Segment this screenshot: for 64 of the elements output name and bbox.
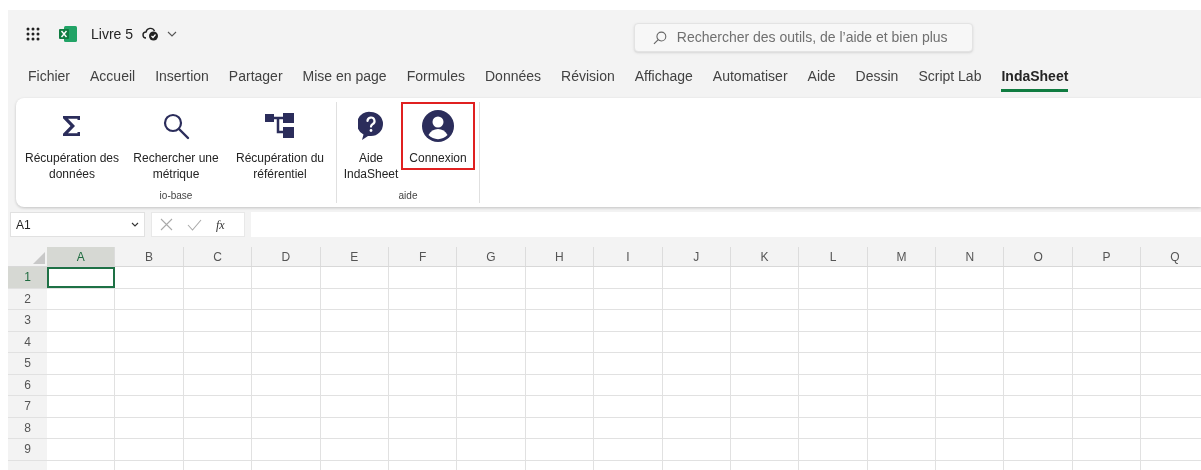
column-header[interactable]: L bbox=[799, 247, 868, 266]
ribbon-tab[interactable]: Formules bbox=[406, 64, 465, 92]
row-header[interactable]: 8 bbox=[8, 417, 47, 438]
ribbon-tab[interactable]: Révision bbox=[561, 64, 615, 92]
column-header[interactable]: M bbox=[867, 247, 937, 266]
row-header[interactable]: 7 bbox=[8, 396, 47, 417]
name-box[interactable]: A1 bbox=[10, 212, 145, 237]
search-icon bbox=[653, 30, 667, 45]
ribbon-tab[interactable]: Accueil bbox=[90, 64, 136, 92]
ribbon-tab[interactable]: Script Lab bbox=[918, 64, 982, 92]
group-label: io-base bbox=[159, 189, 193, 203]
cloud-check-icon[interactable] bbox=[142, 27, 160, 41]
ribbon-tab[interactable]: Fichier bbox=[28, 64, 70, 92]
ribbon-button[interactable]: Récupération du référentiel bbox=[228, 102, 332, 186]
column-header[interactable]: N bbox=[936, 247, 1005, 266]
row-header[interactable]: 2 bbox=[8, 288, 47, 309]
ribbon-tab[interactable]: Partager bbox=[228, 64, 283, 92]
row-header[interactable]: 9 bbox=[8, 439, 47, 460]
column-header[interactable]: P bbox=[1072, 247, 1142, 266]
column-header[interactable]: G bbox=[457, 247, 526, 266]
column-header[interactable]: D bbox=[252, 247, 321, 266]
ribbon-tab[interactable]: Affichage bbox=[634, 64, 693, 92]
app-launcher-icon[interactable] bbox=[26, 27, 40, 41]
search-field[interactable]: Rechercher des outils, de l’aide et bien plus bbox=[634, 23, 973, 52]
ribbon-button[interactable]: Récupération des données bbox=[20, 102, 124, 186]
hierarchy-icon bbox=[265, 113, 295, 139]
cell-reference: A1 bbox=[16, 216, 31, 234]
column-header[interactable]: J bbox=[662, 247, 731, 266]
column-header[interactable]: E bbox=[320, 247, 389, 266]
ribbon-button[interactable]: Aide IndaSheet bbox=[341, 102, 401, 186]
group-label: aide bbox=[398, 189, 418, 203]
column-header[interactable]: I bbox=[594, 247, 663, 266]
sigma-icon bbox=[61, 114, 83, 138]
ribbon-tab[interactable]: Mise en page bbox=[302, 64, 387, 92]
ribbon-tab[interactable]: Dessin bbox=[855, 64, 899, 92]
column-header[interactable]: F bbox=[388, 247, 458, 266]
column-header[interactable]: O bbox=[1004, 247, 1073, 266]
ribbon-tab[interactable]: Aide bbox=[807, 64, 836, 92]
help-icon bbox=[358, 111, 384, 141]
row-header[interactable]: 6 bbox=[8, 374, 47, 395]
row-header[interactable]: 5 bbox=[8, 353, 47, 374]
user-icon bbox=[421, 109, 455, 143]
insert-function-button[interactable]: fx bbox=[216, 215, 225, 234]
spreadsheet-logo-icon bbox=[59, 26, 77, 42]
column-header[interactable]: C bbox=[183, 247, 253, 266]
ribbon-tab[interactable]: Automatiser bbox=[712, 64, 788, 92]
column-header[interactable]: Q bbox=[1141, 247, 1201, 266]
row-header[interactable]: 4 bbox=[8, 331, 47, 352]
column-header[interactable]: B bbox=[115, 247, 184, 266]
chevron-down-icon[interactable] bbox=[167, 31, 178, 37]
ribbon-button[interactable]: Rechercher une métrique bbox=[124, 102, 228, 186]
column-header[interactable]: A bbox=[47, 247, 116, 266]
column-header[interactable]: K bbox=[730, 247, 800, 266]
active-cell[interactable] bbox=[47, 267, 116, 288]
ribbon-tab[interactable]: IndaSheet bbox=[1001, 64, 1069, 92]
search-icon bbox=[162, 112, 190, 140]
row-header[interactable]: 3 bbox=[8, 310, 47, 331]
column-header[interactable]: H bbox=[525, 247, 595, 266]
row-header[interactable]: 1 bbox=[8, 267, 47, 288]
document-name[interactable]: Livre 5 bbox=[91, 23, 134, 45]
ribbon-button[interactable]: Connexion bbox=[401, 102, 475, 170]
ribbon-tab[interactable]: Données bbox=[485, 64, 542, 92]
chevron-down-icon[interactable] bbox=[131, 222, 139, 227]
ribbon-tab[interactable]: Insertion bbox=[155, 64, 209, 92]
